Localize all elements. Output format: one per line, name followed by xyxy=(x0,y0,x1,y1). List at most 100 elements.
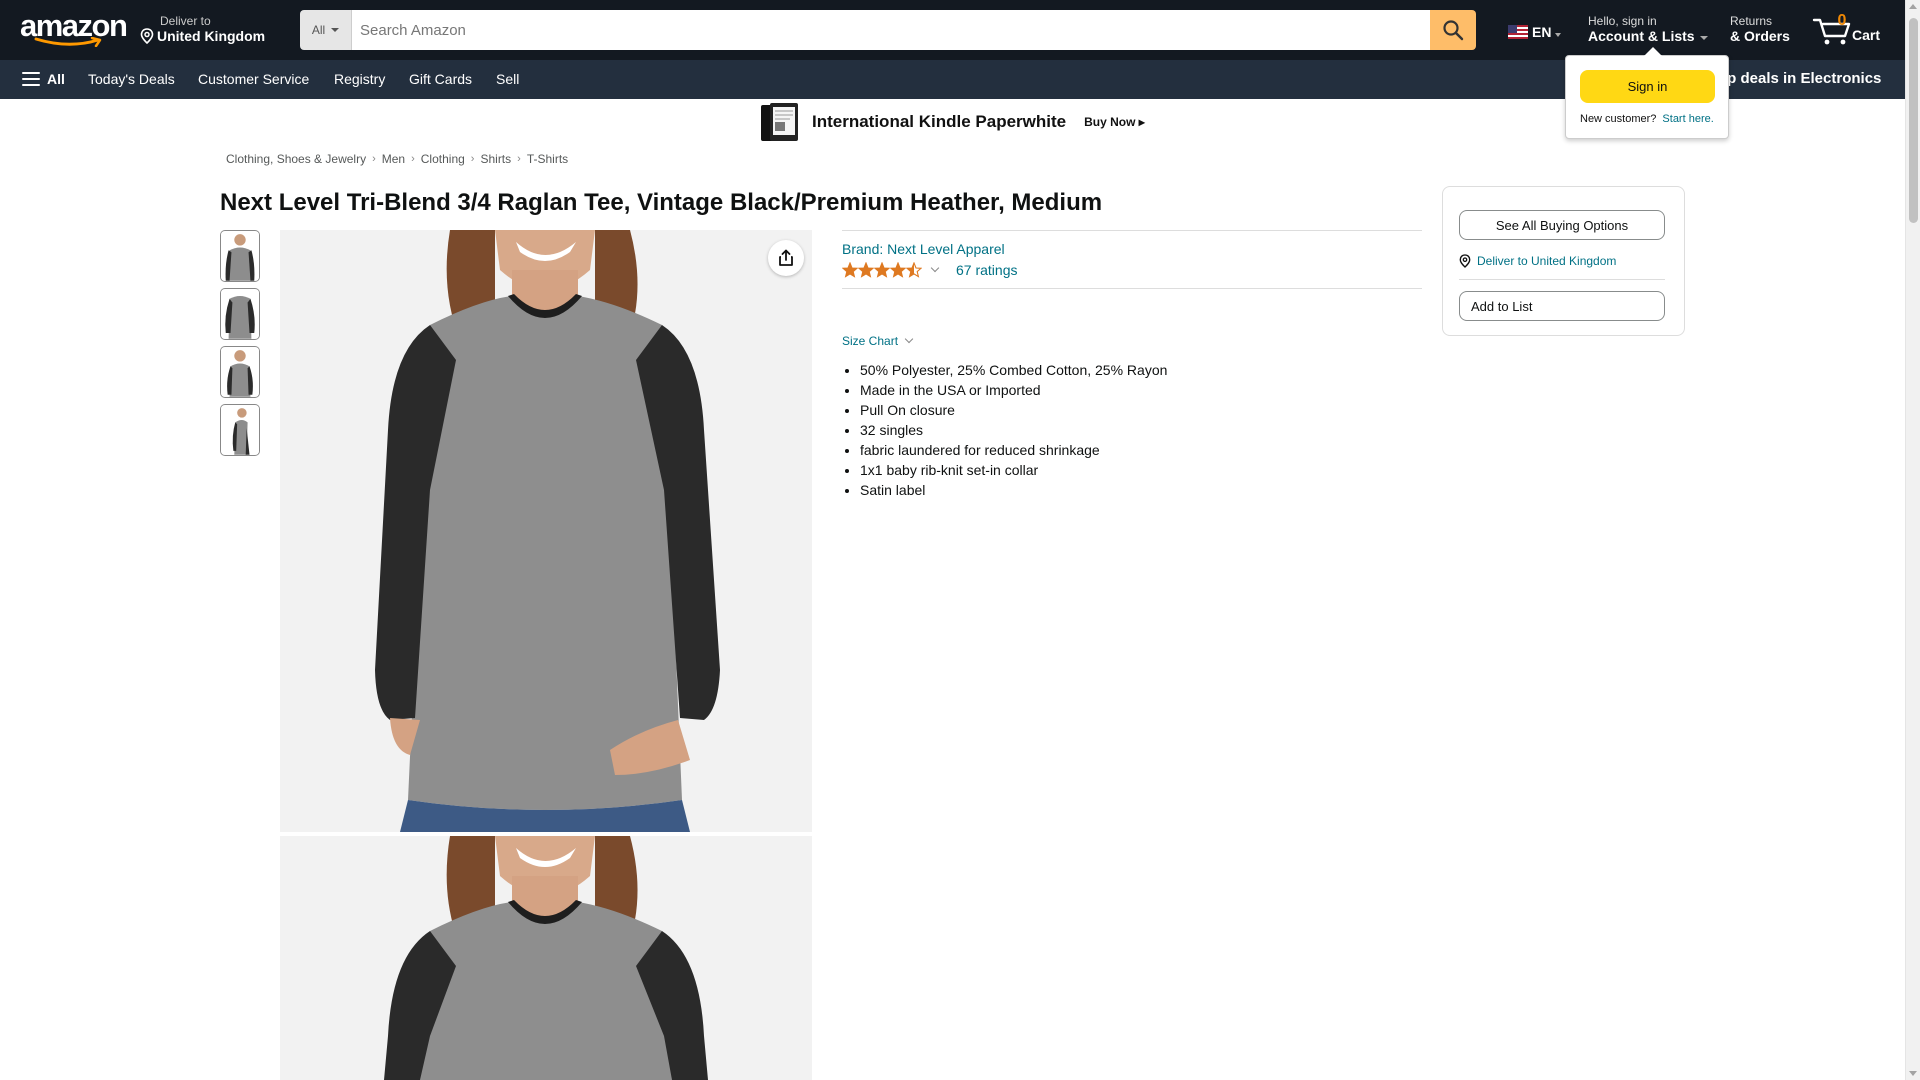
top-nav: amazon Deliver to United Kingdom All Sea… xyxy=(0,0,1905,60)
scroll-down-arrow-icon[interactable] xyxy=(1909,1071,1917,1076)
hamburger-icon xyxy=(22,72,40,86)
secondary-product-image[interactable] xyxy=(280,836,812,1080)
breadcrumb-item[interactable]: Men xyxy=(382,152,405,166)
nav-promo-electronics[interactable]: op deals in Electronics xyxy=(1718,70,1881,87)
deliver-line2: United Kingdom xyxy=(157,28,266,44)
shirt-thumbnail-image xyxy=(221,405,259,455)
returns-line1: Returns xyxy=(1730,14,1773,28)
account-label: Account & Lists xyxy=(1588,28,1695,44)
see-all-buying-options-button[interactable]: See All Buying Options xyxy=(1459,210,1665,240)
chevron-right-icon: › xyxy=(470,153,475,165)
divider xyxy=(1459,279,1665,280)
star-icon xyxy=(906,262,922,278)
shirt-thumbnail-image xyxy=(221,347,259,397)
add-to-list-label: Add to List xyxy=(1471,298,1533,314)
shirt-thumbnail-image xyxy=(221,231,259,281)
add-to-list-button[interactable]: Add to List xyxy=(1459,291,1665,321)
chevron-right-icon: › xyxy=(517,153,521,165)
all-menu-label: All xyxy=(47,71,65,87)
us-flag-icon xyxy=(1508,25,1528,39)
all-menu-button[interactable]: All xyxy=(22,71,65,87)
divider xyxy=(842,288,1422,289)
signin-button-label: Sign in xyxy=(1627,79,1668,94)
search-bar: All xyxy=(300,10,1476,50)
chevron-right-icon: › xyxy=(411,153,415,165)
search-category-select[interactable]: All xyxy=(300,10,352,50)
size-chart-link[interactable]: Size Chart xyxy=(842,334,914,348)
kindle-device-icon xyxy=(761,103,798,141)
banner-buy-now[interactable]: Buy Now ▸ xyxy=(1084,115,1145,129)
deliver-to[interactable]: Deliver to United Kingdom xyxy=(140,14,265,44)
feature-bullet: 50% Polyester, 25% Combed Cotton, 25% Ra… xyxy=(860,360,1167,380)
logo-smile-icon xyxy=(34,37,102,47)
location-pin-icon xyxy=(1459,254,1471,268)
rating-row: 67 ratings xyxy=(842,260,1422,280)
search-input[interactable] xyxy=(352,10,1430,50)
search-category-label: All xyxy=(311,23,326,37)
language-selector[interactable]: EN xyxy=(1508,24,1562,40)
cart-count: 0 xyxy=(1837,12,1847,29)
cart-button[interactable]: 0 Cart xyxy=(1812,10,1884,48)
account-lists[interactable]: Hello, sign in Account & Lists xyxy=(1588,14,1708,44)
scroll-up-arrow-icon[interactable] xyxy=(1909,4,1917,9)
cart-label: Cart xyxy=(1852,27,1881,43)
nav-link-todays-deals[interactable]: Today's Deals xyxy=(88,71,175,87)
search-button[interactable] xyxy=(1430,10,1476,50)
breadcrumb-item[interactable]: T-Shirts xyxy=(527,152,568,166)
kindle-banner[interactable]: International Kindle Paperwhite Buy Now … xyxy=(760,101,1145,143)
feature-bullet: 32 singles xyxy=(860,420,1167,440)
chevron-down-icon[interactable] xyxy=(930,263,940,273)
star-rating[interactable] xyxy=(842,262,922,278)
product-thumbnail[interactable] xyxy=(220,230,260,282)
breadcrumb-item[interactable]: Clothing xyxy=(421,152,465,166)
product-thumbnail[interactable] xyxy=(220,288,260,340)
start-here-link[interactable]: Start here. xyxy=(1662,113,1713,125)
signin-button[interactable]: Sign in xyxy=(1580,70,1715,103)
size-chart-label: Size Chart xyxy=(842,334,899,348)
shirt-thumbnail-image xyxy=(221,289,259,339)
new-customer-text: New customer? Start here. xyxy=(1580,113,1714,125)
amazon-logo[interactable]: amazon xyxy=(20,8,128,48)
feature-bullet: Pull On closure xyxy=(860,400,1167,420)
caret-down-icon xyxy=(331,28,340,32)
see-all-buying-options-label: See All Buying Options xyxy=(1495,217,1629,233)
deliver-to-label: Deliver to United Kingdom xyxy=(1477,254,1617,268)
product-title: Next Level Tri-Blend 3/4 Raglan Tee, Vin… xyxy=(220,189,1103,216)
star-icon xyxy=(890,262,906,278)
search-icon xyxy=(1443,20,1464,41)
share-button[interactable] xyxy=(768,240,804,276)
logo-text: amazon xyxy=(20,8,128,43)
feature-bullet: 1x1 baby rib-knit set-in collar xyxy=(860,460,1167,480)
location-pin-icon xyxy=(140,28,154,44)
ratings-count-link[interactable]: 67 ratings xyxy=(956,262,1017,278)
share-icon xyxy=(779,249,793,266)
nav-link-registry[interactable]: Registry xyxy=(334,71,385,87)
feature-bullet: Satin label xyxy=(860,480,1167,500)
scrollbar-thumb[interactable] xyxy=(1909,18,1918,223)
breadcrumb-item[interactable]: Shirts xyxy=(480,152,511,166)
page-scrollbar[interactable] xyxy=(1905,0,1920,1080)
returns-orders[interactable]: Returns & Orders xyxy=(1730,14,1790,44)
star-icon xyxy=(874,262,890,278)
brand-link[interactable]: Brand: Next Level Apparel xyxy=(842,241,1422,257)
returns-line2: & Orders xyxy=(1730,28,1790,44)
feature-bullet: fabric laundered for reduced shrinkage xyxy=(860,440,1167,460)
deliver-line1: Deliver to xyxy=(160,14,211,28)
main-product-image[interactable] xyxy=(280,230,812,832)
star-icon xyxy=(858,262,874,278)
star-icon xyxy=(842,262,858,278)
feature-bullets: 50% Polyester, 25% Combed Cotton, 25% Ra… xyxy=(860,360,1167,500)
nav-link-customer-service[interactable]: Customer Service xyxy=(198,71,309,87)
deliver-to-link[interactable]: Deliver to United Kingdom xyxy=(1459,254,1616,268)
caret-down-icon xyxy=(1699,35,1708,40)
nav-link-gift-cards[interactable]: Gift Cards xyxy=(409,71,472,87)
breadcrumb: Clothing, Shoes & Jewelry › Men › Clothi… xyxy=(226,152,568,166)
product-thumbnail[interactable] xyxy=(220,346,260,398)
divider xyxy=(842,230,1422,231)
product-thumbnail[interactable] xyxy=(220,404,260,456)
nav-link-sell[interactable]: Sell xyxy=(496,71,519,87)
chevron-right-icon: › xyxy=(372,153,376,165)
shirt-model-image xyxy=(280,230,812,832)
breadcrumb-item[interactable]: Clothing, Shoes & Jewelry xyxy=(226,152,366,166)
language-label: EN xyxy=(1532,24,1552,40)
